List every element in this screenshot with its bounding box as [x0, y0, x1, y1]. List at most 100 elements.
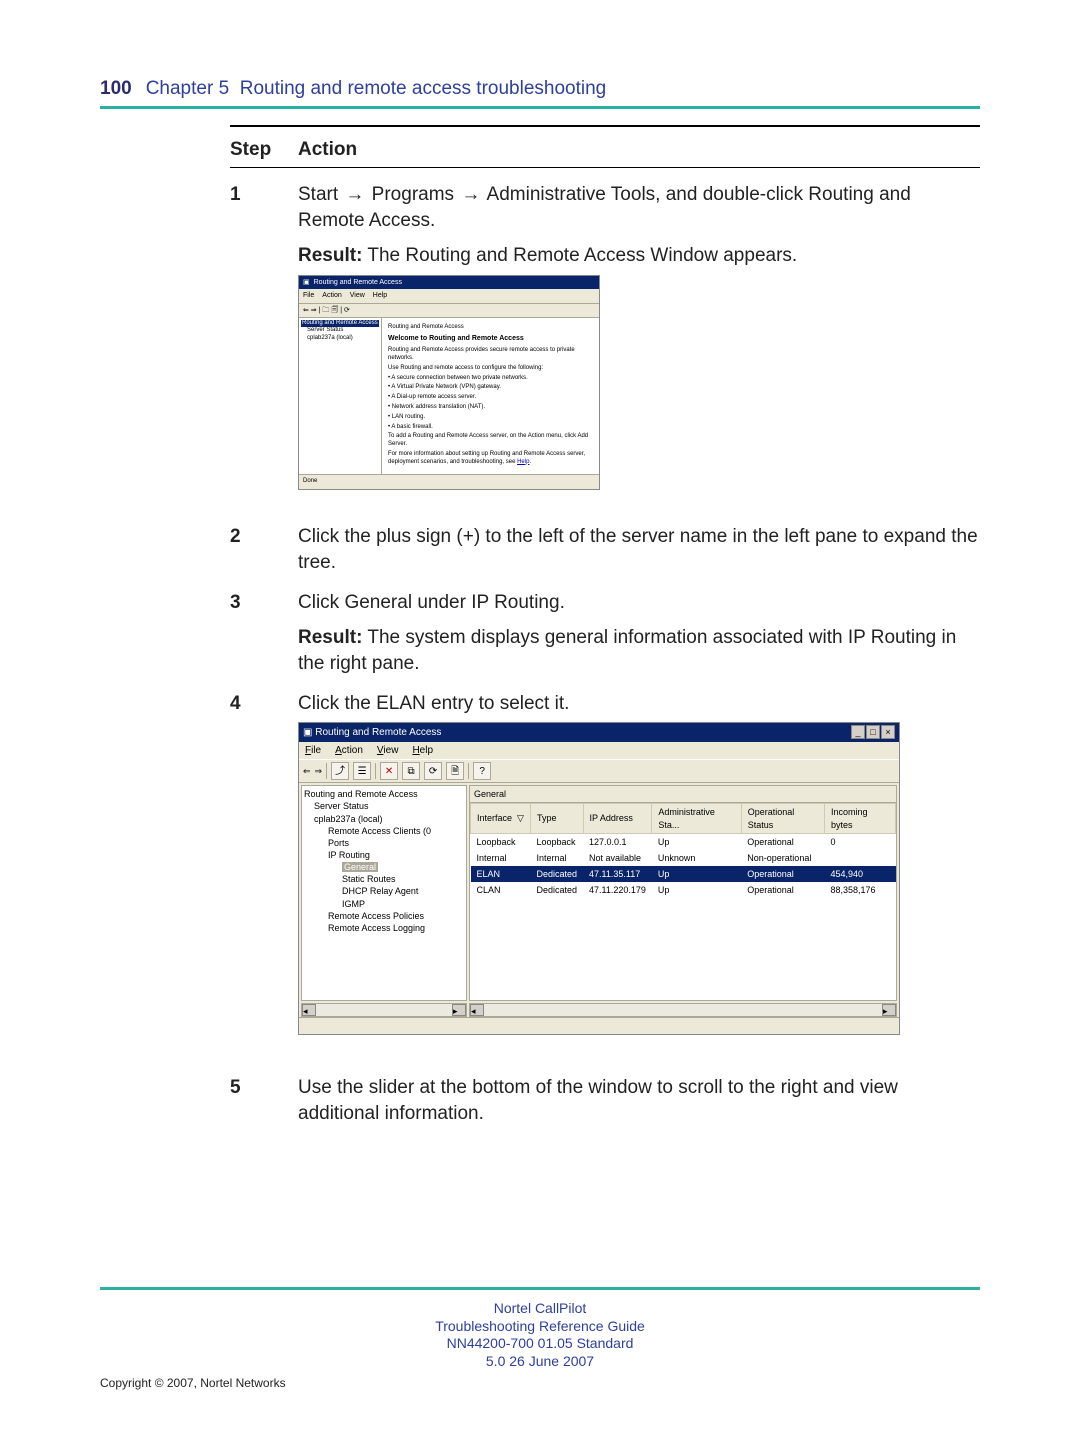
ss1-titlebar: ▣ Routing and Remote Access	[299, 276, 599, 289]
tree-dhcp-relay[interactable]: DHCP Relay Agent	[304, 885, 464, 897]
menu-view[interactable]: View	[377, 744, 399, 758]
menu-action[interactable]: Action	[322, 291, 341, 300]
tree-general[interactable]: General	[342, 862, 378, 872]
step-4-text: Click the ELAN entry to select it.	[298, 691, 980, 717]
up-icon[interactable]: ⤴	[331, 762, 349, 780]
maximize-button[interactable]: □	[866, 725, 880, 739]
tree-ip-routing[interactable]: IP Routing	[304, 849, 464, 861]
tree-igmp[interactable]: IGMP	[304, 898, 464, 910]
ss2-toolbar[interactable]: ⇐ ⇒ ⤴ ☰ ✕ ⧉ ⟳ 🗎 ?	[299, 759, 899, 783]
menu-file[interactable]: File	[305, 744, 321, 758]
table-row-selected[interactable]: ELANDedicated47.11.35.117UpOperational45…	[471, 866, 896, 882]
ss1-b1: • A secure connection between two privat…	[388, 375, 593, 383]
chapter-title: Chapter 5 Routing and remote access trou…	[146, 78, 607, 100]
tree-remote-access-clients[interactable]: Remote Access Clients (0	[304, 825, 464, 837]
ss2-scrollbars[interactable]: ◂▸ ◂▸	[299, 1003, 899, 1017]
page-number: 100	[100, 78, 132, 100]
footer-line-1: Nortel CallPilot	[100, 1300, 980, 1318]
step-header: Step	[230, 139, 274, 161]
tree-hscroll[interactable]: ◂▸	[301, 1003, 467, 1017]
tree-ports[interactable]: Ports	[304, 837, 464, 849]
ss1-help-link[interactable]: Help	[517, 459, 529, 465]
ss2-titlebar: ▣ Routing and Remote Access _□×	[299, 723, 899, 741]
ss2-menubar[interactable]: File Action View Help	[299, 742, 899, 760]
tree-remote-access-policies[interactable]: Remote Access Policies	[304, 910, 464, 922]
minimize-button[interactable]: _	[851, 725, 865, 739]
ss1-statusbar: Done	[299, 474, 599, 489]
app-icon: ▣	[303, 278, 310, 287]
col-op-status[interactable]: Operational Status	[741, 804, 824, 833]
close-button[interactable]: ×	[881, 725, 895, 739]
ss1-pane-title: Routing and Remote Access	[388, 324, 593, 332]
ss1-title: Routing and Remote Access	[314, 278, 402, 287]
ss1-tree[interactable]: Routing and Remote Access Server Status …	[299, 318, 382, 474]
ss1-tree-root[interactable]: Routing and Remote Access	[301, 320, 379, 327]
delete-icon[interactable]: ✕	[380, 762, 398, 780]
tree-static-routes[interactable]: Static Routes	[304, 873, 464, 885]
tree-root[interactable]: Routing and Remote Access	[304, 788, 464, 800]
step-3-text: Click General under IP Routing.	[298, 590, 980, 616]
ss1-b6: • A basic firewall.	[388, 424, 593, 432]
step-4-number: 4	[230, 691, 274, 1062]
tree-server[interactable]: cplab237a (local)	[304, 813, 464, 825]
step-1-text-a: Start	[298, 184, 343, 205]
arrow-icon: →	[343, 184, 366, 205]
ss1-tree-status[interactable]: Server Status	[301, 327, 379, 334]
menu-view[interactable]: View	[350, 291, 365, 300]
chapter-name: Routing and remote access troubleshootin…	[240, 78, 607, 99]
ss1-pane: Routing and Remote Access Welcome to Rou…	[382, 318, 599, 474]
menu-help[interactable]: Help	[412, 744, 433, 758]
step-5-number: 5	[230, 1075, 274, 1126]
ss1-p4a: For more information about setting up Ro…	[388, 451, 585, 465]
ss1-menubar[interactable]: File Action View Help	[299, 289, 599, 303]
header-rule	[100, 106, 980, 109]
col-type[interactable]: Type	[530, 804, 583, 833]
step-5-text: Use the slider at the bottom of the wind…	[298, 1075, 980, 1126]
forward-icon[interactable]: ⇒	[315, 765, 323, 777]
app-icon: ▣	[303, 727, 312, 738]
ss1-p3: To add a Routing and Remote Access serve…	[388, 433, 593, 449]
step-3-body: Click General under IP Routing. Result: …	[298, 590, 980, 677]
col-incoming-bytes[interactable]: Incoming bytes	[825, 804, 896, 833]
help-icon[interactable]: ?	[473, 762, 491, 780]
ss1-b2: • A Virtual Private Network (VPN) gatewa…	[388, 384, 593, 392]
menu-action[interactable]: Action	[335, 744, 363, 758]
menu-file[interactable]: File	[303, 291, 314, 300]
refresh-icon[interactable]: ⟳	[424, 762, 442, 780]
ss2-statusbar	[299, 1017, 899, 1034]
ss2-tree[interactable]: Routing and Remote Access Server Status …	[301, 785, 467, 1001]
table-header-row[interactable]: Interface ▽ Type IP Address Administrati…	[471, 804, 896, 833]
step-1-body: Start → Programs → Administrative Tools,…	[298, 182, 980, 510]
section-rule-top	[230, 125, 980, 127]
table-row[interactable]: LoopbackLoopback127.0.0.1UpOperational0	[471, 833, 896, 850]
table-row[interactable]: InternalInternalNot availableUnknownNon-…	[471, 850, 896, 866]
ss1-b4: • Network address translation (NAT).	[388, 404, 593, 412]
export-icon[interactable]: 🗎	[446, 762, 464, 780]
step-3-result-label: Result:	[298, 627, 362, 648]
step-3-result-text: The system displays general information …	[298, 627, 956, 674]
col-interface[interactable]: Interface ▽	[471, 804, 531, 833]
ss1-toolbar[interactable]: ⇐ ⇒ | 🗀 🗐 | ⟳	[299, 304, 599, 318]
tree-server-status[interactable]: Server Status	[304, 800, 464, 812]
screenshot-welcome: ▣ Routing and Remote Access File Action …	[298, 275, 600, 491]
action-header: Action	[298, 139, 357, 161]
list-icon[interactable]: ☰	[353, 762, 371, 780]
step-1-result-text: The Routing and Remote Access Window app…	[362, 245, 797, 266]
ss1-p1: Routing and Remote Access provides secur…	[388, 347, 593, 363]
tree-remote-access-logging[interactable]: Remote Access Logging	[304, 922, 464, 934]
footer-line-2: Troubleshooting Reference Guide	[100, 1318, 980, 1336]
step-2-text: Click the plus sign (+) to the left of t…	[298, 524, 980, 575]
main-hscroll[interactable]: ◂▸	[469, 1003, 897, 1017]
properties-icon[interactable]: ⧉	[402, 762, 420, 780]
step-1-number: 1	[230, 182, 274, 510]
col-ip[interactable]: IP Address	[583, 804, 652, 833]
ss1-tree-server[interactable]: cplab237a (local)	[301, 335, 379, 342]
menu-help[interactable]: Help	[373, 291, 387, 300]
ss2-title: Routing and Remote Access	[315, 727, 441, 738]
col-admin-status[interactable]: Administrative Sta...	[652, 804, 741, 833]
step-4-body: Click the ELAN entry to select it. ▣ Rou…	[298, 691, 980, 1062]
footer-line-3: NN44200-700 01.05 Standard	[100, 1335, 980, 1353]
table-row[interactable]: CLANDedicated47.11.220.179UpOperational8…	[471, 882, 896, 898]
ss1-p2: Use Routing and remote access to configu…	[388, 365, 593, 373]
back-icon[interactable]: ⇐	[303, 765, 311, 777]
